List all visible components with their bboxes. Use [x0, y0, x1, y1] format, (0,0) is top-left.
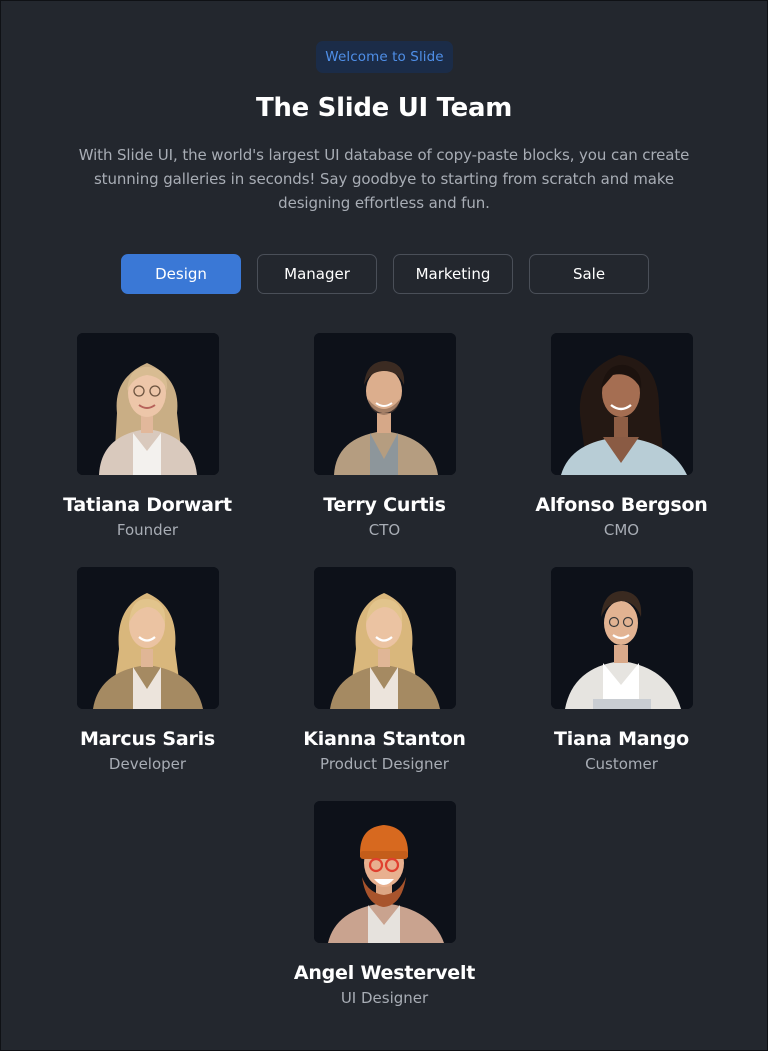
tab-marketing[interactable]: Marketing [393, 254, 513, 294]
member-role: CTO [368, 521, 401, 539]
team-member-card[interactable]: Kianna Stanton Product Designer [266, 567, 503, 775]
member-role: UI Designer [340, 989, 429, 1007]
team-member-card[interactable]: Alfonso Bergson CMO [503, 333, 740, 541]
team-member-card[interactable]: Terry Curtis CTO [266, 333, 503, 541]
team-member-card[interactable]: Marcus Saris Developer [29, 567, 266, 775]
member-name: Angel Westervelt [293, 962, 476, 984]
page-title: The Slide UI Team [255, 93, 513, 123]
member-role: Developer [108, 755, 187, 773]
tab-manager[interactable]: Manager [257, 254, 377, 294]
member-role: Customer [585, 755, 658, 773]
team-section: Welcome to Slide The Slide UI Team With … [1, 1, 767, 1050]
team-member-card[interactable]: Tatiana Dorwart Founder [29, 333, 266, 541]
member-name: Terry Curtis [323, 494, 446, 516]
member-role: CMO [603, 521, 640, 539]
member-name: Marcus Saris [79, 728, 216, 750]
member-name: Alfonso Bergson [535, 494, 708, 516]
member-photo [313, 801, 456, 943]
team-member-card[interactable]: Tiana Mango Customer [503, 567, 740, 775]
member-name: Tiana Mango [554, 728, 689, 750]
member-name: Kianna Stanton [303, 728, 466, 750]
welcome-badge: Welcome to Slide [316, 41, 453, 73]
member-photo [76, 333, 219, 475]
member-role: Founder [116, 521, 179, 539]
team-member-card[interactable]: Angel Westervelt UI Designer [266, 801, 503, 1009]
tab-sale[interactable]: Sale [529, 254, 649, 294]
member-photo [550, 567, 693, 709]
member-photo [76, 567, 219, 709]
category-tabs: Design Manager Marketing Sale [121, 254, 649, 294]
tab-design[interactable]: Design [121, 254, 241, 294]
member-photo [313, 333, 456, 475]
member-photo [550, 333, 693, 475]
member-role: Product Designer [320, 755, 449, 773]
member-name: Tatiana Dorwart [63, 494, 232, 516]
page-description: With Slide UI, the world's largest UI da… [78, 146, 690, 212]
member-photo [313, 567, 456, 709]
